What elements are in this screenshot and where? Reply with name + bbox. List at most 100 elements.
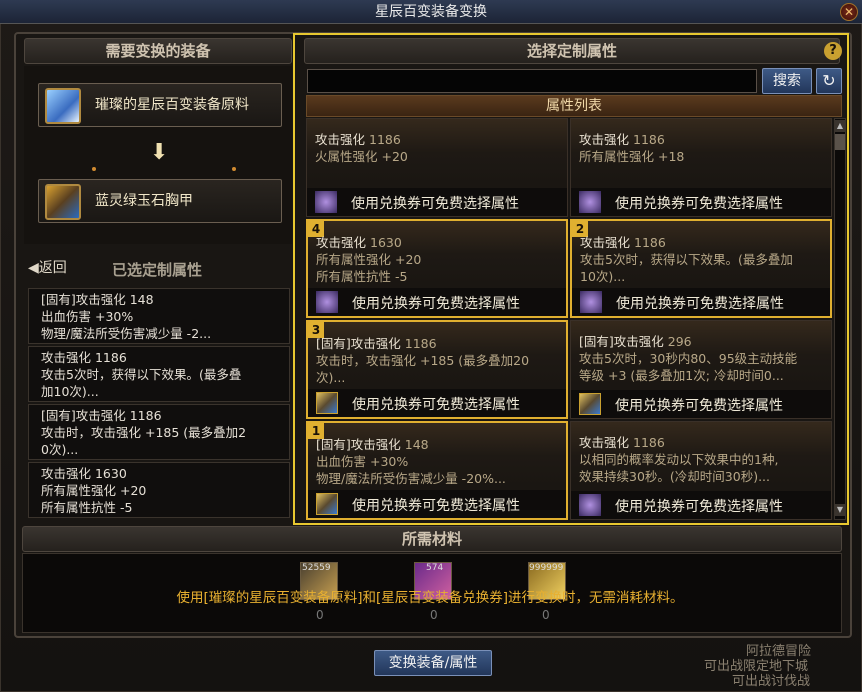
card-line: 所有属性抗性 -5 <box>316 269 408 284</box>
card-line: 攻击5次时，获得以下效果。(最多叠加 <box>580 252 793 267</box>
arrow-down-icon: ⬇ <box>150 140 169 165</box>
material-slot[interactable]: 璀璨的星辰百变装备原料 <box>38 83 282 127</box>
card-title: 攻击强化 <box>316 235 367 250</box>
attr-line: 所有属性强化 +20 <box>41 483 147 498</box>
scrollbar[interactable] <box>834 118 846 520</box>
attr-line: [固有]攻击强化 148 <box>41 292 154 307</box>
selected-attr[interactable]: [固有]攻击强化 148 出血伤害 +30% 物理/魔法所受伤害减少量 -2..… <box>28 288 290 344</box>
bg-text: 可出战讨伐战 <box>732 674 811 689</box>
card-line: 以相同的概率发动以下效果中的1种, <box>579 452 779 467</box>
attr-line: 所有属性抗性 -5 <box>41 500 133 515</box>
material-need: 0 <box>542 608 550 622</box>
card-line: 效果持续30秒。(冷却时间30秒)... <box>579 469 770 484</box>
selected-attr[interactable]: 攻击强化 1186 攻击5次时，获得以下效果。(最多叠 加10次)... <box>28 346 290 402</box>
custom-attr-header: 选择定制属性 <box>304 38 840 64</box>
card-line: 物理/魔法所受伤害减少量 -20%... <box>316 471 506 486</box>
selected-attr[interactable]: 攻击强化 1630 所有属性强化 +20 所有属性抗性 -5 <box>28 462 290 518</box>
material-count: 574 <box>426 563 444 573</box>
voucher-icon <box>580 291 602 313</box>
card-value: 148 <box>404 437 429 452</box>
chest-armor-icon <box>579 393 601 415</box>
material-need: 0 <box>430 608 438 622</box>
card-title: 攻击强化 <box>579 435 630 450</box>
material-name: 璀璨的星辰百变装备原料 <box>95 97 249 113</box>
attr-line: 攻击强化 1186 <box>41 350 127 365</box>
close-button[interactable]: ✕ <box>840 3 858 21</box>
card-line: 次)... <box>316 370 346 385</box>
attr-line: 攻击强化 1630 <box>41 466 127 481</box>
attr-line: 0次)... <box>41 442 79 457</box>
card-line: 等级 +3 (最多叠加1次; 冷却时间0... <box>579 368 784 383</box>
card-line: 攻击5次时，30秒内80、95级主动技能 <box>579 351 798 366</box>
card-value: 296 <box>667 334 692 349</box>
card-title: 攻击强化 <box>580 235 631 250</box>
material-count: 52559 <box>302 563 331 573</box>
sparkle-icon <box>232 167 236 171</box>
chest-armor-icon <box>45 184 81 220</box>
voucher-icon <box>579 191 601 213</box>
attr-line: [固有]攻击强化 1186 <box>41 408 162 423</box>
scrollbar-thumb[interactable] <box>835 134 845 150</box>
materials-header: 所需材料 <box>22 526 842 552</box>
attr-card-selected[interactable]: 3 [固有]攻击强化 1186 攻击时，攻击强化 +185 (最多叠加20 次)..… <box>306 320 568 419</box>
search-input[interactable] <box>307 69 757 93</box>
refresh-icon[interactable]: ↻ <box>816 68 842 94</box>
attr-card-selected[interactable]: 1 [固有]攻击强化 148 出血伤害 +30% 物理/魔法所受伤害减少量 -20%… <box>306 421 568 520</box>
card-value: 1186 <box>633 132 665 147</box>
search-button[interactable]: 搜索 <box>762 68 812 94</box>
chest-armor-icon <box>316 493 338 515</box>
voucher-text: 使用兑换券可免费选择属性 <box>351 196 519 212</box>
scroll-up-icon[interactable]: ▲ <box>835 120 845 132</box>
material-count: 999999 <box>529 563 564 573</box>
attr-card[interactable]: [固有]攻击强化 296 攻击5次时，30秒内80、95级主动技能 等级 +3 (最… <box>570 320 832 419</box>
target-equip-name: 蓝灵绿玉石胸甲 <box>95 193 193 209</box>
card-line: 攻击时，攻击强化 +185 (最多叠加20 <box>316 353 530 368</box>
card-title: [固有]攻击强化 <box>316 437 401 452</box>
attr-line: 攻击时，攻击强化 +185 (最多叠加2 <box>41 425 247 440</box>
attr-line: 出血伤害 +30% <box>41 309 134 324</box>
voucher-icon <box>315 191 337 213</box>
back-button[interactable]: ◀返回 <box>28 257 67 277</box>
selected-header: 已选定制属性 <box>112 261 203 279</box>
sparkle-icon <box>92 167 96 171</box>
attr-line: 攻击5次时，获得以下效果。(最多叠 <box>41 367 242 382</box>
attr-card[interactable]: 攻击强化 1186 火属性强化 +20 使用兑换券可免费选择属性 <box>306 118 568 217</box>
card-line: 所有属性强化 +20 <box>316 252 422 267</box>
voucher-text: 使用兑换券可免费选择属性 <box>615 398 783 414</box>
voucher-text: 使用兑换券可免费选择属性 <box>616 296 784 312</box>
attr-card-selected[interactable]: 4 攻击强化 1630 所有属性强化 +20 所有属性抗性 -5 使用兑换券可免费选… <box>306 219 568 318</box>
convert-button[interactable]: 变换装备/属性 <box>374 650 492 676</box>
voucher-text: 使用兑换券可免费选择属性 <box>615 196 783 212</box>
attr-line: 加10次)... <box>41 384 99 399</box>
material-icon <box>45 88 81 124</box>
selected-attr[interactable]: [固有]攻击强化 1186 攻击时，攻击强化 +185 (最多叠加2 0次)..… <box>28 404 290 460</box>
help-icon[interactable]: ? <box>824 42 842 60</box>
material-need: 0 <box>316 608 324 622</box>
chest-armor-icon <box>316 392 338 414</box>
card-value: 1186 <box>369 132 401 147</box>
voucher-text: 使用兑换券可免费选择属性 <box>352 296 520 312</box>
card-title: 攻击强化 <box>579 132 630 147</box>
card-title: [固有]攻击强化 <box>316 336 401 351</box>
card-value: 1186 <box>634 235 666 250</box>
voucher-text: 使用兑换券可免费选择属性 <box>352 498 520 514</box>
card-value: 1186 <box>633 435 665 450</box>
attr-line: 物理/魔法所受伤害减少量 -2... <box>41 326 212 341</box>
voucher-text: 使用兑换券可免费选择属性 <box>615 499 783 515</box>
voucher-text: 使用兑换券可免费选择属性 <box>352 397 520 413</box>
attr-card[interactable]: 攻击强化 1186 以相同的概率发动以下效果中的1种, 效果持续30秒。(冷却时间3… <box>570 421 832 520</box>
card-line: 所有属性强化 +18 <box>579 149 685 164</box>
window-title: 星辰百变装备变换 <box>0 0 862 24</box>
attr-card-selected[interactable]: 2 攻击强化 1186 攻击5次时，获得以下效果。(最多叠加 10次)... 使用兑… <box>570 219 832 318</box>
card-line: 出血伤害 +30% <box>316 454 409 469</box>
card-title: 攻击强化 <box>315 132 366 147</box>
scroll-down-icon[interactable]: ▼ <box>835 504 845 516</box>
card-line: 10次)... <box>580 269 626 284</box>
voucher-icon <box>579 494 601 516</box>
equip-header: 需要变换的装备 <box>24 38 292 64</box>
attr-card[interactable]: 攻击强化 1186 所有属性强化 +18 使用兑换券可免费选择属性 <box>570 118 832 217</box>
materials-note: 使用[璀璨的星辰百变装备原料]和[星辰百变装备兑换券]进行变换时，无需消耗材料。 <box>176 590 684 606</box>
voucher-icon <box>316 291 338 313</box>
target-equip-slot[interactable]: 蓝灵绿玉石胸甲 <box>38 179 282 223</box>
card-line: 火属性强化 +20 <box>315 149 408 164</box>
